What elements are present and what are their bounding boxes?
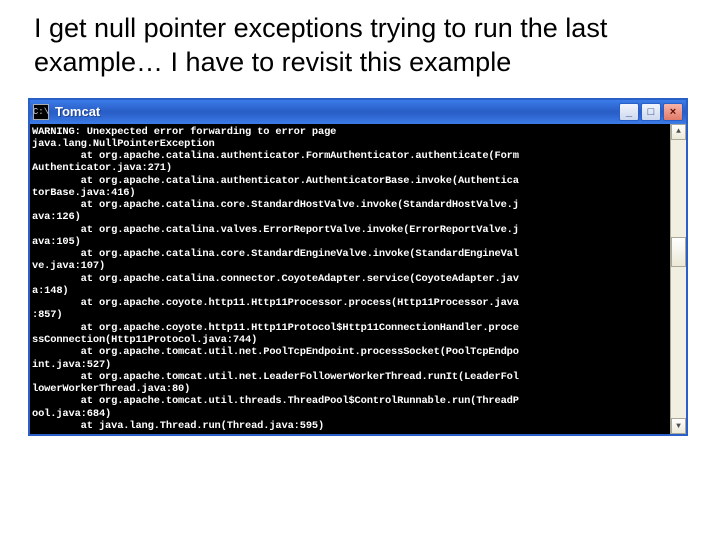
console-line: torBase.java:416) bbox=[32, 187, 135, 199]
minimize-button[interactable]: _ bbox=[619, 103, 639, 121]
console-line: at org.apache.catalina.connector.CoyoteA… bbox=[32, 273, 519, 285]
console-line: ool.java:684) bbox=[32, 408, 111, 420]
close-button[interactable]: × bbox=[663, 103, 683, 121]
console-line: ssConnection(Http11Protocol.java:744) bbox=[32, 334, 257, 346]
console-line: at org.apache.tomcat.util.threads.Thread… bbox=[32, 395, 519, 407]
console-line: at org.apache.catalina.valves.ErrorRepor… bbox=[32, 224, 519, 236]
maximize-button[interactable]: □ bbox=[641, 103, 661, 121]
console-line: at org.apache.catalina.core.StandardEngi… bbox=[32, 248, 519, 260]
console-output: WARNING: Unexpected error forwarding to … bbox=[30, 124, 670, 435]
console-line: ve.java:107) bbox=[32, 260, 105, 272]
scroll-up-icon[interactable]: ▲ bbox=[671, 124, 686, 140]
console-line: :857) bbox=[32, 309, 62, 321]
console-line: lowerWorkerThread.java:80) bbox=[32, 383, 190, 395]
console-line: at org.apache.coyote.http11.Http11Proces… bbox=[32, 297, 519, 309]
cmd-icon: C:\ bbox=[33, 104, 49, 120]
scroll-down-icon[interactable]: ▼ bbox=[671, 418, 686, 434]
console-area: WARNING: Unexpected error forwarding to … bbox=[30, 124, 686, 435]
console-line: ava:105) bbox=[32, 236, 81, 248]
console-line: at org.apache.catalina.authenticator.Aut… bbox=[32, 175, 519, 187]
console-line: int.java:527) bbox=[32, 359, 111, 371]
console-line: at org.apache.catalina.core.StandardHost… bbox=[32, 199, 519, 211]
console-window: C:\ Tomcat _ □ × WARNING: Unexpected err… bbox=[28, 98, 688, 437]
console-line: at org.apache.tomcat.util.net.PoolTcpEnd… bbox=[32, 346, 519, 358]
slide: I get null pointer exceptions trying to … bbox=[0, 0, 720, 540]
console-line: WARNING: Unexpected error forwarding to … bbox=[32, 126, 336, 138]
console-line: Authenticator.java:271) bbox=[32, 162, 172, 174]
console-line: at org.apache.coyote.http11.Http11Protoc… bbox=[32, 322, 519, 334]
window-title: Tomcat bbox=[55, 104, 619, 119]
console-line: a:148) bbox=[32, 285, 69, 297]
slide-heading: I get null pointer exceptions trying to … bbox=[34, 12, 692, 80]
console-line: ava:126) bbox=[32, 211, 81, 223]
scrollbar-track[interactable] bbox=[671, 140, 686, 419]
vertical-scrollbar[interactable]: ▲ ▼ bbox=[670, 124, 686, 435]
titlebar[interactable]: C:\ Tomcat _ □ × bbox=[30, 100, 686, 124]
window-buttons: _ □ × bbox=[619, 103, 683, 121]
scrollbar-thumb[interactable] bbox=[671, 237, 686, 267]
console-line: java.lang.NullPointerException bbox=[32, 138, 215, 150]
console-line: at java.lang.Thread.run(Thread.java:595) bbox=[32, 420, 324, 432]
console-line: at org.apache.tomcat.util.net.LeaderFoll… bbox=[32, 371, 519, 383]
console-line: at org.apache.catalina.authenticator.For… bbox=[32, 150, 519, 162]
